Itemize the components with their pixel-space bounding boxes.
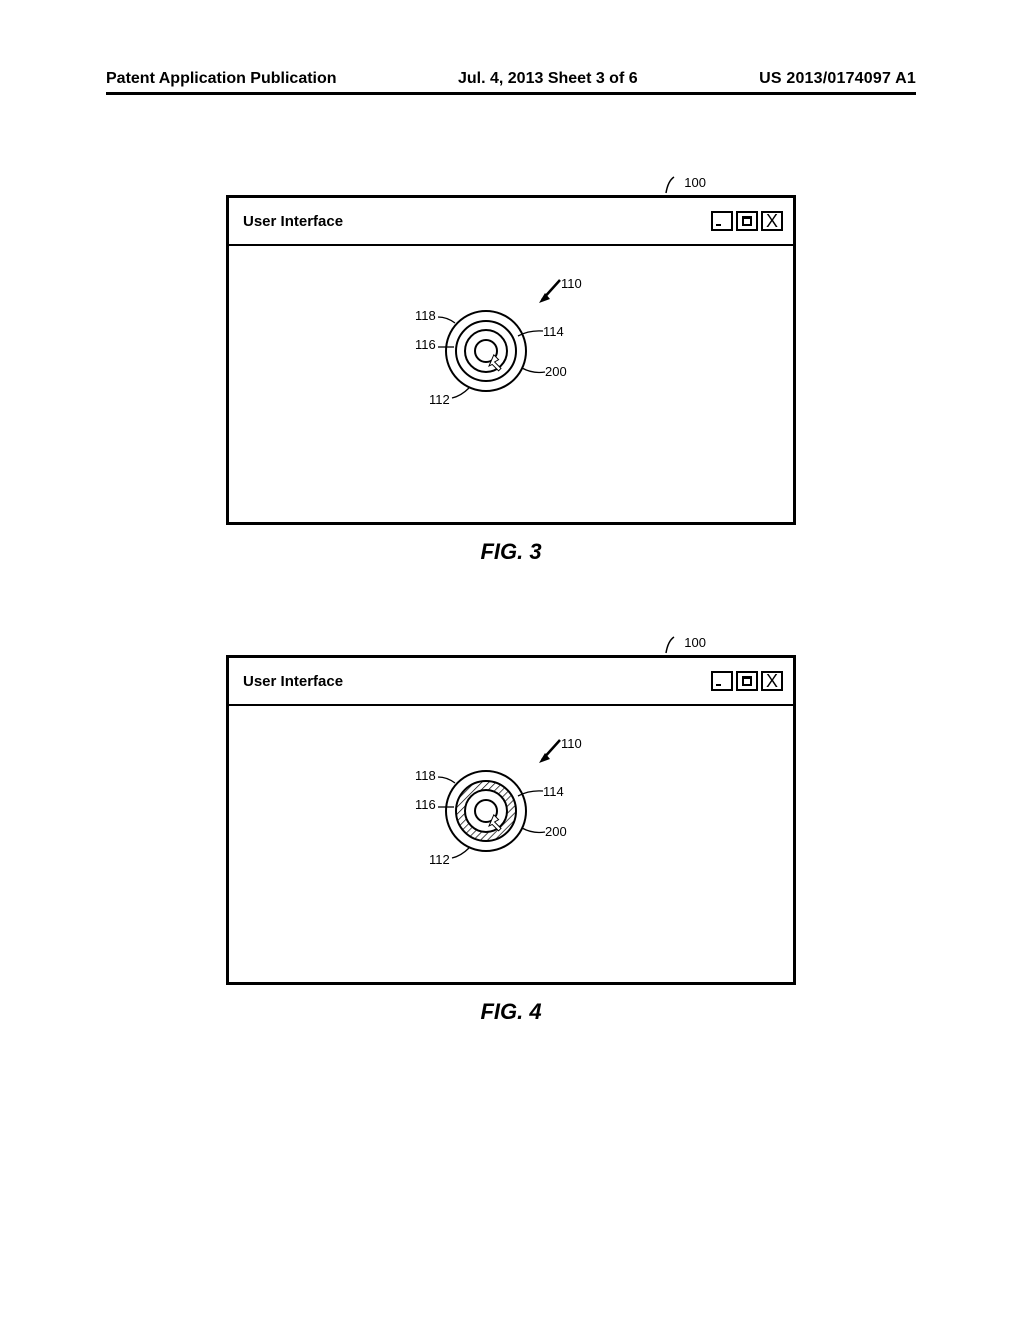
ref-100-leader xyxy=(662,175,682,197)
ref-114-leader xyxy=(517,326,545,338)
ref-200-leader xyxy=(521,826,547,836)
window-controls: X xyxy=(711,211,783,231)
ref-118-leader xyxy=(437,313,459,325)
window-frame: User Interface X 110 xyxy=(226,655,796,985)
figure-3: 100 User Interface X 110 xyxy=(106,195,916,565)
window-body: 110 118 xyxy=(229,246,793,522)
ref-112-leader xyxy=(451,846,473,860)
window-title: User Interface xyxy=(243,213,343,230)
ref-116-leader xyxy=(437,803,457,811)
minimize-icon[interactable] xyxy=(711,671,733,691)
ref-110: 110 xyxy=(561,276,582,291)
ref-110: 110 xyxy=(561,736,582,751)
ref-118-leader xyxy=(437,773,459,785)
window-title: User Interface xyxy=(243,673,343,690)
ref-110-arrow xyxy=(536,736,564,766)
ref-114: 114 xyxy=(543,784,564,799)
ref-100-leader xyxy=(662,635,682,657)
ref-114-leader xyxy=(517,786,545,798)
close-icon[interactable]: X xyxy=(761,211,783,231)
titlebar: User Interface X xyxy=(229,198,793,246)
ref-200: 200 xyxy=(545,364,567,379)
maximize-icon[interactable] xyxy=(736,211,758,231)
figure-3-caption: FIG. 3 xyxy=(106,539,916,565)
header-right: US 2013/0174097 A1 xyxy=(759,70,916,88)
ref-112: 112 xyxy=(429,852,450,867)
ref-114: 114 xyxy=(543,324,564,339)
ref-118: 118 xyxy=(415,308,436,323)
page: Patent Application Publication Jul. 4, 2… xyxy=(106,70,916,1025)
ref-116: 116 xyxy=(415,337,436,352)
window-frame: User Interface X 110 xyxy=(226,195,796,525)
header-left: Patent Application Publication xyxy=(106,70,337,88)
ref-100: 100 xyxy=(684,175,706,190)
figure-4-caption: FIG. 4 xyxy=(106,999,916,1025)
ref-200-leader xyxy=(521,366,547,376)
ref-200: 200 xyxy=(545,824,567,839)
ref-118: 118 xyxy=(415,768,436,783)
ref-112-leader xyxy=(451,386,473,400)
close-icon[interactable]: X xyxy=(761,671,783,691)
ref-116-leader xyxy=(437,343,457,351)
ref-112: 112 xyxy=(429,392,450,407)
minimize-icon[interactable] xyxy=(711,211,733,231)
ref-110-arrow xyxy=(536,276,564,306)
window-body: 110 xyxy=(229,706,793,982)
figure-4: 100 User Interface X 110 xyxy=(106,655,916,1025)
ref-100: 100 xyxy=(684,635,706,650)
page-header: Patent Application Publication Jul. 4, 2… xyxy=(106,70,916,95)
window-controls: X xyxy=(711,671,783,691)
header-center: Jul. 4, 2013 Sheet 3 of 6 xyxy=(458,70,638,88)
titlebar: User Interface X xyxy=(229,658,793,706)
ref-116: 116 xyxy=(415,797,436,812)
maximize-icon[interactable] xyxy=(736,671,758,691)
